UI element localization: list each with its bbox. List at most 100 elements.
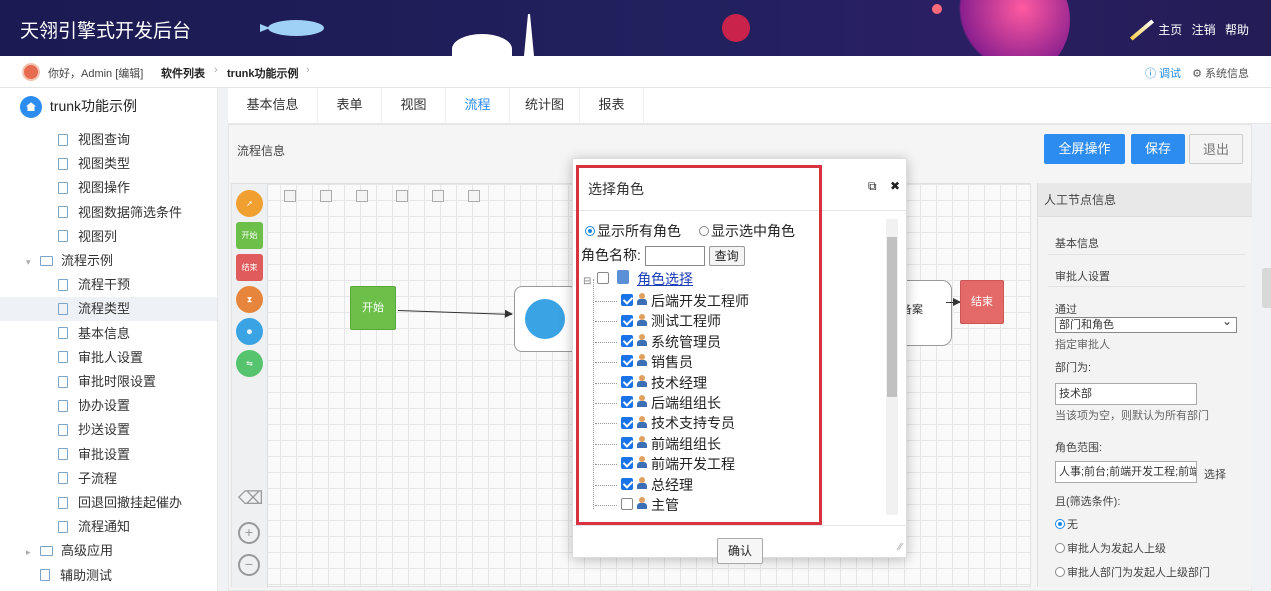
filter-opt1-radio[interactable]: 审批人为发起人上级 bbox=[1055, 540, 1166, 556]
role-checkbox[interactable] bbox=[621, 437, 633, 450]
greeting[interactable]: 你好，Admin [编辑] bbox=[48, 65, 143, 81]
sidebar-item[interactable]: ▸ 高级应用 bbox=[0, 539, 217, 564]
sidebar-item[interactable]: 视图查询 bbox=[0, 128, 217, 152]
role-list-item[interactable]: 后端组组长 bbox=[595, 393, 721, 413]
system-info-link[interactable]: ⚙ 系统信息 bbox=[1192, 68, 1249, 80]
group-checkbox[interactable] bbox=[597, 272, 610, 285]
sidebar-item[interactable]: 流程通知 bbox=[0, 515, 217, 539]
role-group-label[interactable]: 角色选择 bbox=[637, 271, 693, 287]
role-checkbox[interactable] bbox=[621, 294, 633, 307]
flow-edge[interactable] bbox=[946, 298, 961, 306]
avatar[interactable] bbox=[22, 63, 40, 81]
tab[interactable]: 统计图 bbox=[510, 88, 580, 124]
sidebar-item[interactable]: 基本信息 bbox=[0, 322, 217, 346]
tab[interactable]: 报表 bbox=[580, 88, 644, 124]
sidebar-item[interactable]: 视图数据筛选条件 bbox=[0, 201, 217, 225]
role-checkbox[interactable] bbox=[621, 375, 633, 388]
exit-button[interactable]: 退出 bbox=[1189, 134, 1243, 164]
role-checkbox[interactable] bbox=[621, 477, 633, 490]
role-checkbox[interactable] bbox=[621, 498, 633, 511]
fullscreen-button[interactable]: 全屏操作 bbox=[1044, 134, 1125, 164]
align-center-icon[interactable] bbox=[320, 190, 332, 202]
end-node[interactable]: 结束 bbox=[960, 280, 1004, 324]
eraser-icon[interactable]: ⌫ bbox=[238, 489, 263, 512]
align-middle-icon[interactable] bbox=[432, 190, 444, 202]
start-node[interactable]: 开始 bbox=[350, 286, 396, 330]
role-list-item[interactable]: 前端组组长 bbox=[595, 434, 721, 454]
pointer-tool-icon[interactable]: ➚ bbox=[236, 190, 263, 217]
role-checkbox[interactable] bbox=[621, 335, 633, 348]
tab[interactable]: 基本信息 bbox=[228, 88, 318, 124]
sidebar-item[interactable]: 审批设置 bbox=[0, 443, 217, 467]
align-right-icon[interactable] bbox=[356, 190, 368, 202]
show-selected-radio[interactable]: 显示选中角色 bbox=[699, 221, 795, 241]
props-basic[interactable]: 基本信息 bbox=[1055, 235, 1099, 251]
align-bottom-icon[interactable] bbox=[468, 190, 480, 202]
zoom-out-icon[interactable]: − bbox=[238, 554, 260, 576]
flow-edge[interactable] bbox=[397, 310, 512, 315]
collapse-icon[interactable]: ⊟ bbox=[583, 276, 591, 287]
dialog-scrollbar[interactable] bbox=[886, 219, 898, 515]
user-task-node[interactable] bbox=[514, 286, 578, 352]
sidebar-item[interactable]: 回退回撤挂起催办 bbox=[0, 491, 217, 515]
sidebar-root[interactable]: trunk功能示例 bbox=[20, 96, 137, 119]
help-link[interactable]: 帮助 bbox=[1225, 23, 1249, 37]
sidebar-item[interactable]: 流程类型 bbox=[0, 297, 217, 322]
role-list-item[interactable]: 技术经理 bbox=[595, 373, 707, 393]
debug-link[interactable]: ⓘ 调试 bbox=[1145, 68, 1181, 80]
role-checkbox[interactable] bbox=[621, 355, 633, 368]
zoom-in-icon[interactable]: + bbox=[238, 522, 260, 544]
sidebar-item[interactable]: 子流程 bbox=[0, 467, 217, 491]
scroll-thumb[interactable] bbox=[887, 237, 897, 397]
choose-link[interactable]: 选择 bbox=[1204, 466, 1226, 482]
side-handle[interactable] bbox=[1262, 268, 1271, 308]
timer-tool-icon[interactable]: ⧗ bbox=[236, 286, 263, 313]
tab[interactable]: 表单 bbox=[318, 88, 382, 124]
props-approver-settings[interactable]: 审批人设置 bbox=[1055, 268, 1110, 284]
role-group-row[interactable]: ⊟ 角色选择 bbox=[583, 269, 693, 289]
sidebar-item[interactable]: 审批人设置 bbox=[0, 346, 217, 370]
filter-opt2-radio[interactable]: 审批人部门为发起人上级部门 bbox=[1055, 564, 1210, 580]
align-top-icon[interactable] bbox=[396, 190, 408, 202]
role-checkbox[interactable] bbox=[621, 457, 633, 470]
sidebar-item[interactable]: 视图类型 bbox=[0, 152, 217, 176]
sidebar-item[interactable]: 流程干预 bbox=[0, 273, 217, 297]
start-tool[interactable]: 开始 bbox=[236, 222, 263, 249]
role-checkbox[interactable] bbox=[621, 416, 633, 429]
role-name-input[interactable] bbox=[644, 246, 705, 267]
role-list-item[interactable]: 测试工程师 bbox=[595, 311, 721, 331]
tab[interactable]: 视图 bbox=[382, 88, 446, 124]
via-select[interactable]: 部门和角色 bbox=[1055, 314, 1237, 333]
filter-none-radio[interactable]: 无 bbox=[1055, 516, 1078, 532]
role-list-item[interactable]: 主管 bbox=[595, 495, 679, 511]
sidebar-item[interactable]: 抄送设置 bbox=[0, 418, 217, 442]
confirm-button[interactable]: 确认 bbox=[717, 538, 763, 564]
user-task-tool-icon[interactable]: ☻ bbox=[236, 318, 263, 345]
sidebar-item[interactable]: 审批时限设置 bbox=[0, 370, 217, 394]
sidebar-item[interactable]: 视图列 bbox=[0, 225, 217, 249]
caret-right-icon[interactable]: ▸ bbox=[26, 540, 40, 564]
popout-icon[interactable]: ⧉ bbox=[868, 179, 877, 193]
query-button[interactable]: 查询 bbox=[708, 246, 745, 267]
end-tool[interactable]: 结束 bbox=[236, 254, 263, 281]
role-list-item[interactable]: 总经理 bbox=[595, 475, 693, 495]
sidebar-item[interactable]: ▾ 流程示例 bbox=[0, 249, 217, 274]
role-range-input[interactable]: 人事;前台;前端开发工程;前端 bbox=[1055, 461, 1197, 483]
breadcrumb-software-list[interactable]: 软件列表 bbox=[161, 65, 205, 81]
role-list-item[interactable]: 系统管理员 bbox=[595, 332, 721, 352]
logout-link[interactable]: 注销 bbox=[1192, 23, 1216, 37]
close-icon[interactable]: ✖ bbox=[890, 179, 900, 193]
sidebar-item[interactable]: 协办设置 bbox=[0, 394, 217, 418]
breadcrumb-current[interactable]: trunk功能示例 bbox=[227, 65, 299, 81]
show-all-radio[interactable]: 显示所有角色 bbox=[585, 221, 681, 241]
role-checkbox[interactable] bbox=[621, 314, 633, 327]
save-button[interactable]: 保存 bbox=[1131, 134, 1185, 164]
sidebar-item[interactable]: 辅助测试 bbox=[0, 564, 217, 588]
dept-input[interactable]: 技术部 bbox=[1055, 383, 1197, 405]
role-list-item[interactable]: 前端开发工程 bbox=[595, 454, 735, 474]
caret-down-icon[interactable]: ▾ bbox=[26, 250, 40, 274]
role-list-item[interactable]: 销售员 bbox=[595, 352, 693, 372]
align-left-icon[interactable] bbox=[284, 190, 296, 202]
role-list-item[interactable]: 技术支持专员 bbox=[595, 413, 735, 433]
home-link[interactable]: 主页 bbox=[1158, 23, 1182, 37]
